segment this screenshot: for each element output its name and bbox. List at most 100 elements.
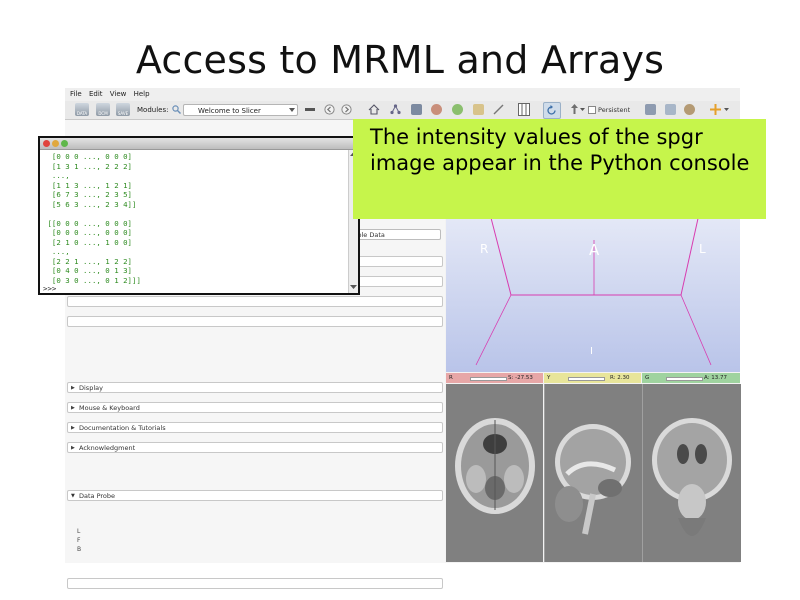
callout-box: The intensity values of the spgr image a… (353, 119, 766, 219)
forward-icon[interactable] (341, 104, 352, 115)
green-slice-letter: G (645, 375, 650, 381)
section-acknowledgment-label: Acknowledgment (79, 444, 136, 452)
green-slice-offset: A: 13.77 (704, 375, 728, 381)
search-icon[interactable] (172, 105, 181, 114)
section-documentation-label: Documentation & Tutorials (79, 424, 166, 432)
console-titlebar (40, 138, 358, 150)
console-line: [1 1 3 ..., 1 2 1] (43, 180, 132, 190)
console-prompt[interactable]: >>> (43, 284, 56, 293)
red-slice-view[interactable] (446, 384, 543, 562)
green-slice-view[interactable] (642, 384, 741, 562)
chevron-down-icon (580, 108, 585, 111)
persistent-checkbox[interactable] (588, 106, 596, 114)
console-line: [5 6 3 ..., 2 3 4]] (43, 199, 137, 209)
chevron-down-icon (724, 108, 729, 111)
console-line: ..., (43, 171, 70, 180)
chevron-down-icon (289, 108, 295, 112)
coronal-mri-image (652, 418, 732, 536)
console-line: [0 0 0 ..., 0 0 0] (43, 152, 132, 161)
home-icon[interactable] (368, 104, 380, 115)
layout-icon[interactable] (305, 106, 315, 114)
yellow-slice-view[interactable] (544, 384, 642, 562)
collapse-arrow-icon: ▼ (71, 493, 75, 499)
console-line: [6 7 3 ..., 2 3 5] (43, 190, 132, 199)
section-display[interactable]: ▶ Display (67, 382, 443, 393)
expand-arrow-icon: ▶ (71, 405, 75, 411)
orientation-label-anterior: A (589, 241, 600, 259)
save-button[interactable]: SAVE (116, 103, 130, 116)
minimize-icon[interactable] (52, 140, 59, 147)
red-slice-offset: S: -27.53 (508, 375, 533, 381)
screenshot-icon[interactable] (645, 104, 656, 115)
dicom-button[interactable]: DCM (96, 103, 110, 116)
section-mouse-keyboard[interactable]: ▶ Mouse & Keyboard (67, 402, 443, 413)
expand-arrow-icon: ▶ (71, 445, 75, 451)
python-icon[interactable] (684, 104, 695, 115)
place-arrow-icon[interactable] (570, 104, 579, 115)
section-acknowledgment[interactable]: ▶ Acknowledgment (67, 442, 443, 453)
menu-bar: File Edit View Help (65, 88, 740, 101)
callout-text: The intensity values of the spgr image a… (370, 125, 750, 175)
load-data-button[interactable]: DATA (75, 103, 89, 116)
axial-mri-image (455, 418, 535, 514)
orientation-label-right: L (699, 242, 706, 256)
expand-arrow-icon: ▶ (71, 385, 75, 391)
modules-label: Modules: (137, 106, 169, 114)
module-select[interactable]: Welcome to Slicer (183, 104, 298, 116)
volumes-icon[interactable] (411, 104, 422, 115)
yellow-slice-offset: R: 2.30 (610, 375, 630, 381)
data-probe-section[interactable] (67, 578, 443, 589)
data-probe-header[interactable]: ▼ Data Probe (67, 490, 443, 501)
scroll-down-icon[interactable] (350, 285, 357, 290)
editor-icon[interactable] (473, 104, 484, 115)
layout-grid-icon[interactable] (518, 103, 530, 116)
transforms-icon[interactable] (452, 104, 463, 115)
rotate-icon (547, 105, 556, 115)
pencil-icon[interactable] (493, 104, 504, 115)
yellow-slice-controller[interactable]: Y R: 2.30 (544, 373, 641, 383)
menu-help[interactable]: Help (134, 90, 150, 98)
yellow-slice-letter: Y (547, 375, 551, 381)
toolbar: DATA DCM SAVE Modules: Welcome to Slicer… (65, 101, 740, 120)
interaction-mode-button[interactable] (543, 102, 561, 119)
green-slice-controller[interactable]: G A: 13.77 (642, 373, 740, 383)
collapsed-section-4[interactable] (67, 316, 443, 327)
console-line: [2 1 0 ..., 1 0 0] (43, 237, 132, 247)
probe-letter-b: B (77, 546, 82, 553)
red-slice-letter: R (449, 375, 453, 381)
probe-letter-l: L (77, 528, 81, 535)
menu-edit[interactable]: Edit (89, 90, 103, 98)
persistent-label: Persistent (598, 106, 631, 114)
back-icon[interactable] (324, 104, 335, 115)
crosshair-icon[interactable] (710, 104, 721, 115)
red-slice-controller[interactable]: R S: -27.53 (446, 373, 543, 383)
models-icon[interactable] (431, 104, 442, 115)
menu-view[interactable]: View (110, 90, 127, 98)
section-documentation[interactable]: ▶ Documentation & Tutorials (67, 422, 443, 433)
sagittal-mri-image (555, 424, 631, 535)
data-module-icon[interactable] (390, 104, 401, 115)
yellow-slice-slider[interactable] (568, 377, 605, 381)
green-slice-slider[interactable] (666, 377, 703, 381)
close-icon[interactable] (43, 140, 50, 147)
console-line: [0 0 0 ..., 0 0 0] (43, 228, 132, 237)
section-mouse-keyboard-label: Mouse & Keyboard (79, 404, 140, 412)
console-line: [2 2 1 ..., 1 2 2] (43, 256, 132, 266)
dicom-label: DCM (98, 111, 108, 116)
data-probe-label: Data Probe (79, 492, 116, 500)
console-line: [[0 0 0 ..., 0 0 0] (43, 218, 132, 228)
section-display-label: Display (79, 384, 103, 392)
probe-letter-f: F (77, 537, 81, 544)
collapsed-section-3[interactable] (67, 296, 443, 307)
red-slice-slider[interactable] (470, 377, 507, 381)
extensions-icon[interactable] (665, 104, 676, 115)
maximize-icon[interactable] (61, 140, 68, 147)
load-data-label: DATA (76, 111, 88, 116)
python-console-window[interactable]: [0 0 0 ..., 0 0 0] [1 3 1 ..., 2 2 2] ..… (38, 136, 360, 295)
expand-arrow-icon: ▶ (71, 425, 75, 431)
save-label: SAVE (117, 111, 129, 116)
menu-file[interactable]: File (70, 90, 82, 98)
console-line: ..., (43, 247, 70, 256)
console-line: [0 3 0 ..., 0 1 2]]] (43, 275, 141, 285)
